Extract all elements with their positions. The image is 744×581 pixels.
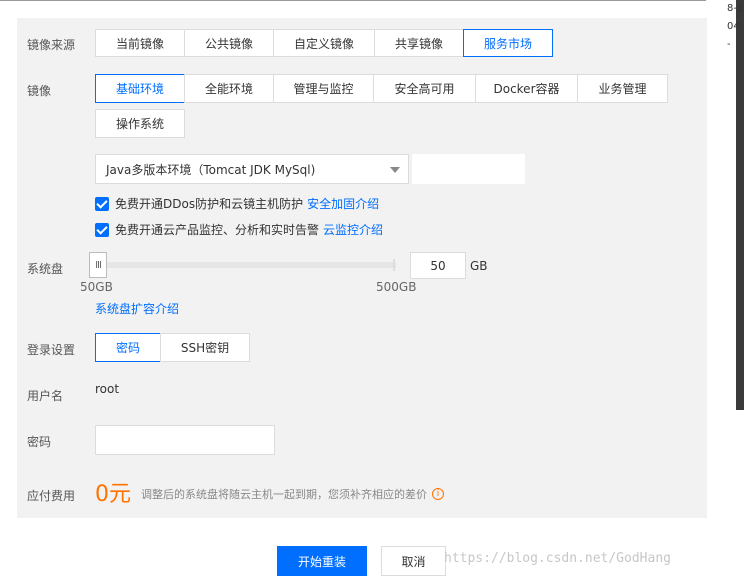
source-shared-button[interactable]: 共享镜像 <box>374 29 464 57</box>
checkbox-checked-icon[interactable] <box>95 222 109 237</box>
checkbox-checked-icon[interactable] <box>95 196 109 211</box>
start-reinstall-button[interactable]: 开始重装 <box>277 546 367 576</box>
watermark-text: https://blog.csdn.net/GodHang <box>444 551 671 566</box>
dropdown-extra-field <box>412 154 525 184</box>
category-full-env[interactable]: 全能环境 <box>184 74 274 103</box>
fee-note: 调整后的系统盘将随云主机一起到期，您须补齐相应的差价 i <box>141 486 444 502</box>
category-basic-env[interactable]: 基础环境 <box>95 74 185 103</box>
cloud-monitor-text: 免费开通云产品监控、分析和实时告警 <box>115 223 320 237</box>
cancel-button[interactable]: 取消 <box>381 546 446 576</box>
login-settings-label: 登录设置 <box>27 343 76 357</box>
ddos-protection-text: 免费开通DDos防护和云镜主机防护 <box>115 197 304 211</box>
disk-size-input[interactable]: 50 <box>410 252 466 279</box>
slider-max-label: 500GB <box>376 280 417 294</box>
background-window-edge <box>736 0 744 410</box>
category-os[interactable]: 操作系统 <box>95 109 185 138</box>
fee-amount: 0元 <box>95 482 131 507</box>
cloud-monitor-link[interactable]: 云监控介绍 <box>323 221 383 238</box>
cloud-monitor-checkbox-row[interactable]: 免费开通云产品监控、分析和实时告警 云监控介绍 <box>95 221 383 238</box>
image-version-value: Java多版本环境（Tomcat JDK MySql) <box>106 162 316 177</box>
category-management-monitoring[interactable]: 管理与监控 <box>273 74 374 103</box>
slider-min-label: 50GB <box>80 280 113 294</box>
disk-expand-link[interactable]: 系统盘扩容介绍 <box>95 300 179 317</box>
disk-size-slider-handle[interactable]: III <box>89 252 107 278</box>
source-custom-button[interactable]: 自定义镜像 <box>273 29 375 57</box>
fee-note-text: 调整后的系统盘将随云主机一起到期，您须补齐相应的差价 <box>141 488 427 501</box>
image-source-label: 镜像来源 <box>27 38 76 52</box>
source-public-button[interactable]: 公共镜像 <box>184 29 274 57</box>
category-docker[interactable]: Docker容器 <box>475 74 578 103</box>
password-label: 密码 <box>27 435 52 449</box>
login-ssh-key-button[interactable]: SSH密钥 <box>160 333 250 362</box>
username-label: 用户名 <box>27 389 64 403</box>
category-business-management[interactable]: 业务管理 <box>577 74 668 103</box>
security-hardening-link[interactable]: 安全加固介绍 <box>307 195 379 212</box>
category-security-ha[interactable]: 安全高可用 <box>373 74 476 103</box>
disk-unit: GB <box>470 259 488 273</box>
image-label: 镜像 <box>27 84 52 98</box>
top-divider <box>0 0 706 1</box>
ddos-protection-checkbox-row[interactable]: 免费开通DDos防护和云镜主机防护 安全加固介绍 <box>95 195 379 212</box>
source-marketplace-button[interactable]: 服务市场 <box>463 29 553 57</box>
disk-size-slider-track[interactable] <box>96 262 396 268</box>
chevron-down-icon <box>390 167 400 173</box>
system-disk-label: 系统盘 <box>27 262 64 276</box>
info-icon[interactable]: i <box>432 488 444 500</box>
username-value: root <box>95 382 120 396</box>
login-password-button[interactable]: 密码 <box>95 333 161 362</box>
password-input[interactable] <box>95 425 275 455</box>
image-version-dropdown[interactable]: Java多版本环境（Tomcat JDK MySql) <box>95 154 409 184</box>
background-window-text: 8-1 04 - <box>727 3 744 50</box>
slider-end-marker <box>393 259 395 271</box>
source-current-button[interactable]: 当前镜像 <box>95 29 185 57</box>
fee-label: 应付费用 <box>27 489 76 503</box>
